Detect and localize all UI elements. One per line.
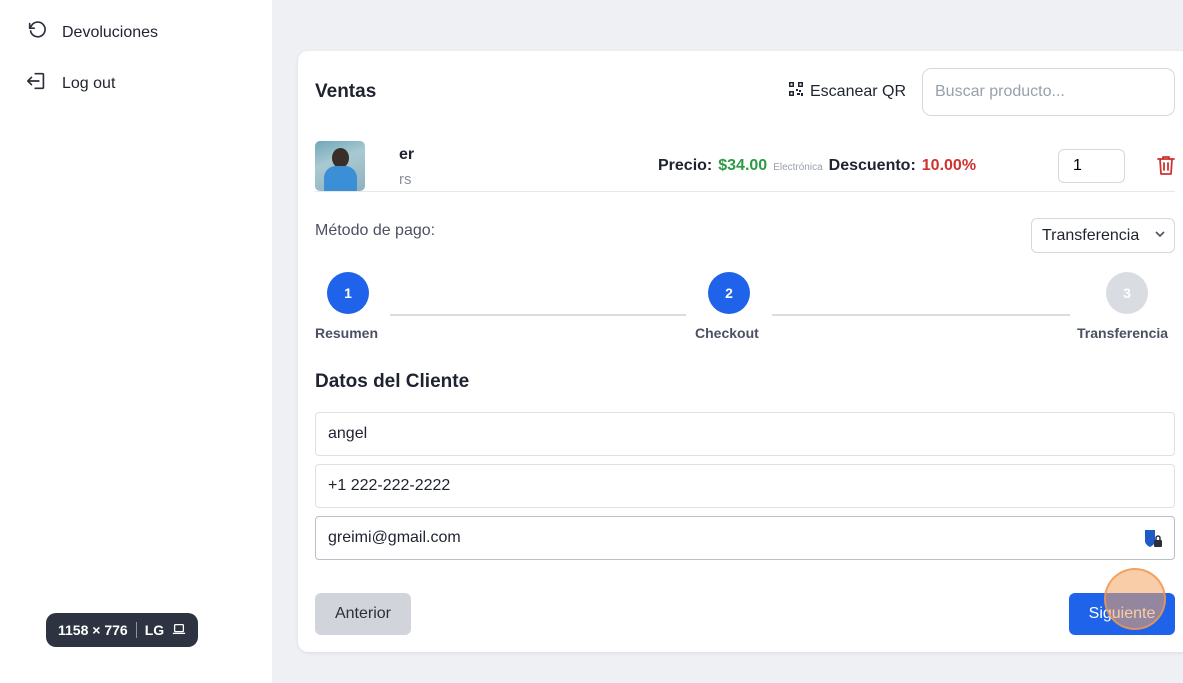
payment-method-select[interactable]: Transferencia xyxy=(1031,218,1175,253)
price-value: $34.00 xyxy=(718,157,768,174)
product-category: Electrónica xyxy=(773,162,823,173)
scan-qr-label: Escanear QR xyxy=(810,82,907,100)
step-3-circle: 3 xyxy=(1106,272,1148,314)
undo-icon xyxy=(26,19,48,46)
price-label: Precio: xyxy=(658,157,713,174)
step-2-circle: 2 xyxy=(708,272,750,314)
badge-separator xyxy=(135,622,137,638)
product-subtitle: rs xyxy=(399,171,412,188)
chevron-down-icon xyxy=(1154,227,1166,245)
client-section-title: Datos del Cliente xyxy=(315,371,470,392)
sidebar-item-label: Devoluciones xyxy=(62,23,159,41)
discount-value: 10.00% xyxy=(921,157,977,174)
product-name: er xyxy=(399,146,415,163)
client-phone-field[interactable] xyxy=(315,464,1175,508)
payment-method-label: Método de pago: xyxy=(315,222,436,239)
client-email-field[interactable] xyxy=(315,516,1175,560)
divider xyxy=(315,191,1175,192)
sidebar: Devoluciones Log out 1158 × 776 LG xyxy=(0,0,272,683)
password-manager-icon[interactable] xyxy=(1143,528,1163,555)
step-1-circle: 1 xyxy=(327,272,369,314)
viewport-size-text: 1158 × 776 xyxy=(58,622,128,638)
breakpoint-text: LG xyxy=(144,622,165,638)
product-price-line: Precio: $34.00 Electrónica Descuento: 10… xyxy=(658,157,976,175)
sales-card: Ventas Escanear QR er rs Precio: $34.00 … xyxy=(298,51,1183,652)
quantity-input[interactable] xyxy=(1058,149,1125,183)
next-button[interactable]: Siguiente xyxy=(1069,593,1175,635)
scan-qr-button[interactable]: Escanear QR xyxy=(788,81,906,102)
search-input[interactable] xyxy=(922,68,1175,116)
step-connector xyxy=(390,314,686,316)
trash-icon[interactable] xyxy=(1156,154,1176,181)
discount-label: Descuento: xyxy=(828,157,916,174)
qr-icon xyxy=(788,81,804,102)
step-connector xyxy=(772,314,1070,316)
page-title: Ventas xyxy=(315,81,377,102)
sidebar-item-label: Log out xyxy=(62,74,116,92)
step-2-label: Checkout xyxy=(695,325,759,341)
payment-method-value: Transferencia xyxy=(1042,226,1140,244)
client-name-field[interactable] xyxy=(315,412,1175,456)
sidebar-item-logout[interactable]: Log out xyxy=(26,70,115,97)
step-1-label: Resumen xyxy=(315,325,379,341)
logout-icon xyxy=(26,70,48,97)
step-3-label: Transferencia xyxy=(1077,325,1169,341)
viewport-size-badge: 1158 × 776 LG xyxy=(46,613,199,647)
laptop-icon xyxy=(172,622,186,639)
previous-button[interactable]: Anterior xyxy=(315,593,411,635)
sidebar-item-devoluciones[interactable]: Devoluciones xyxy=(26,19,158,46)
product-thumbnail xyxy=(315,141,365,191)
